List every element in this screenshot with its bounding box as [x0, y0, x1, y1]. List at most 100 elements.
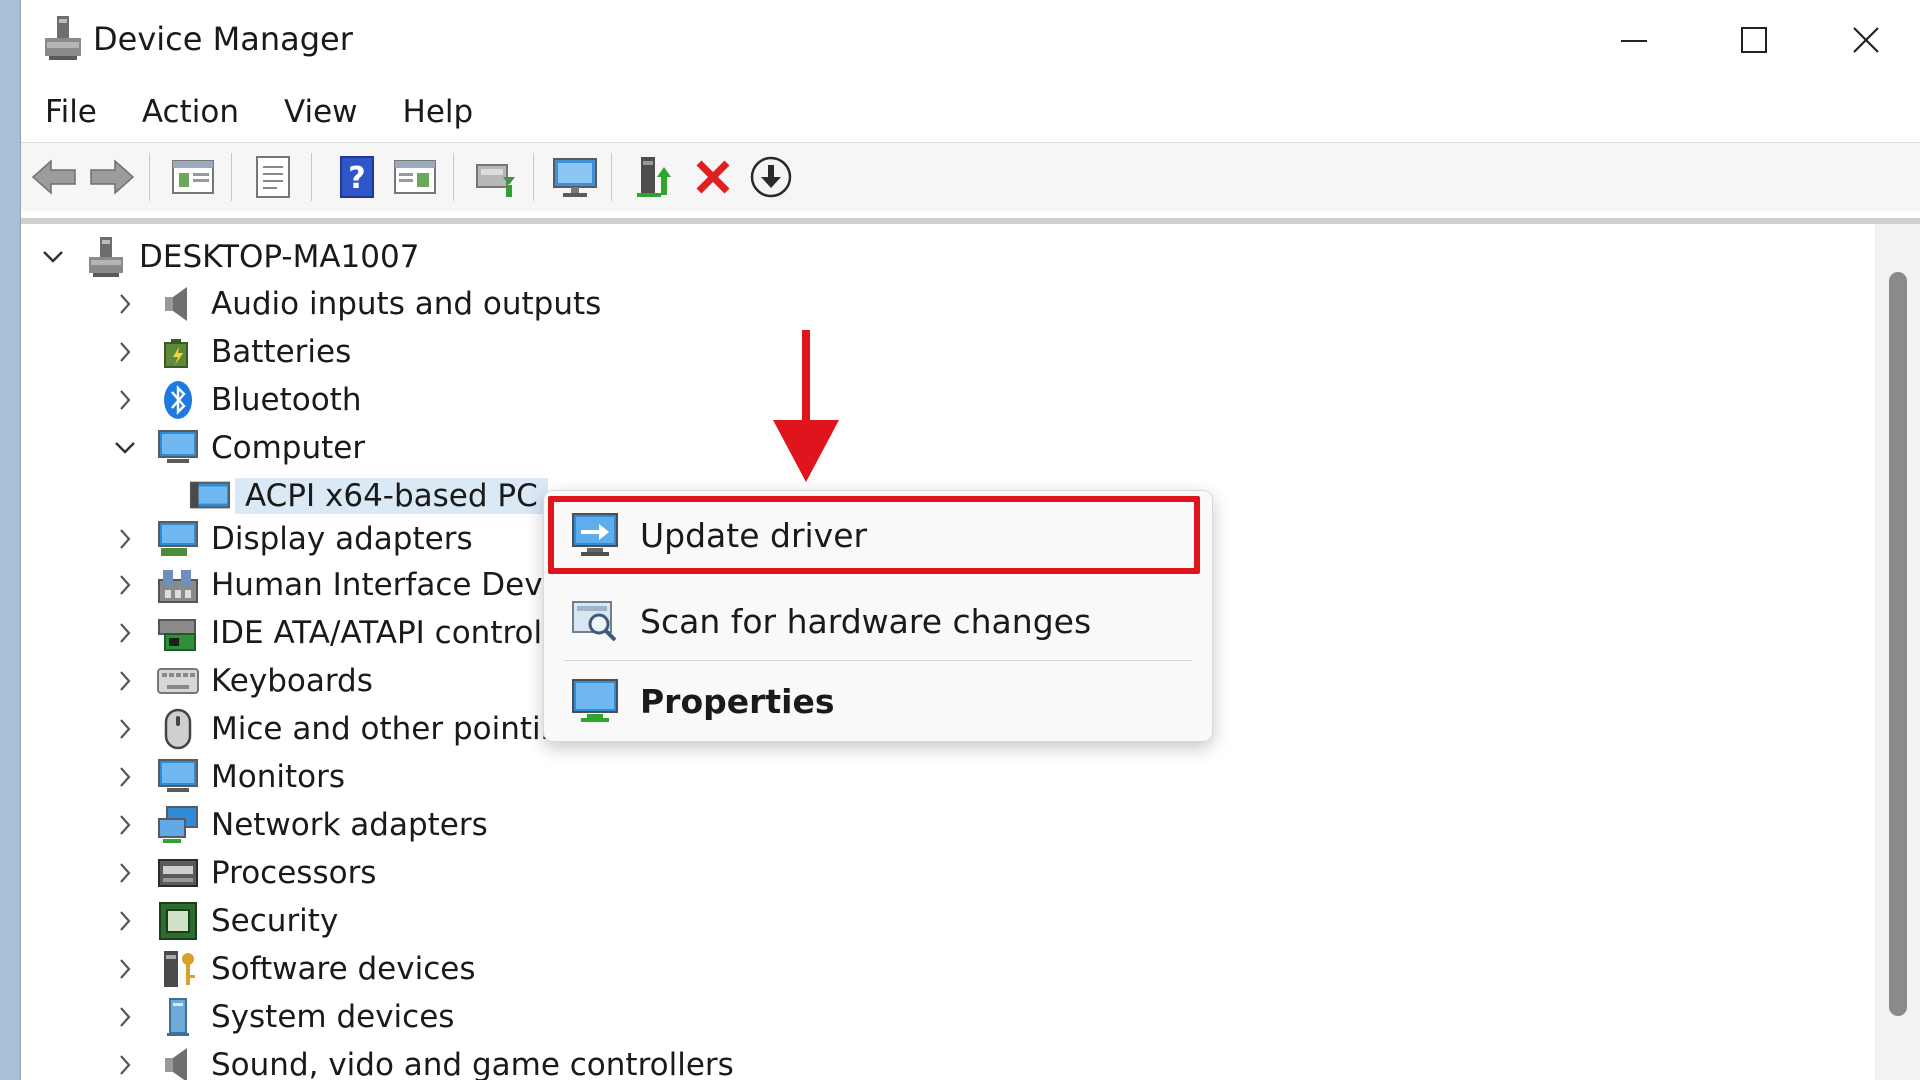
properties-monitor-icon — [570, 676, 620, 726]
tree-item-hid[interactable]: Human Interface Devic — [107, 562, 568, 608]
device-manager-icon — [43, 16, 83, 60]
disable-device-button[interactable] — [743, 149, 799, 205]
chevron-right-icon[interactable] — [107, 1047, 143, 1080]
minimize-button[interactable] — [1579, 10, 1689, 70]
chevron-down-icon[interactable] — [107, 430, 143, 466]
svg-text:?: ? — [348, 161, 365, 196]
tree-item-sound-controllers[interactable]: Sound, vido and game controllers — [107, 1042, 734, 1080]
properties-icon — [256, 156, 290, 198]
tree-item-monitors[interactable]: Monitors — [107, 754, 345, 800]
tree-item-ide[interactable]: IDE ATA/ATAPI controlle — [107, 610, 570, 656]
close-button[interactable] — [1811, 10, 1920, 70]
tree-item-acpi-pc[interactable]: ACPI x64-based PC — [189, 473, 548, 519]
tree-item-security[interactable]: Security — [107, 898, 338, 944]
tree-item-label: Batteries — [211, 334, 352, 370]
tree-item-label: Security — [211, 903, 339, 939]
back-button[interactable] — [27, 149, 83, 205]
chevron-right-icon[interactable] — [107, 521, 143, 557]
forward-icon — [90, 159, 135, 195]
highlight-box-annotation — [548, 496, 1200, 574]
forward-button[interactable] — [83, 149, 139, 205]
tree-root-label: DESKTOP-MA1007 — [139, 239, 420, 275]
tree-item-label: Keyboards — [211, 663, 373, 699]
chevron-right-icon[interactable] — [107, 951, 143, 987]
tree-item-computer[interactable]: Computer — [107, 425, 365, 471]
action-pane-icon — [394, 160, 436, 194]
tree-item-bluetooth[interactable]: Bluetooth — [107, 377, 362, 423]
tree-root[interactable]: DESKTOP-MA1007 — [35, 234, 419, 280]
uninstall-device-button[interactable] — [685, 149, 741, 205]
tree-item-keyboards[interactable]: Keyboards — [107, 658, 373, 704]
close-icon — [1853, 27, 1879, 53]
tree-item-network-adapters[interactable]: Network adapters — [107, 802, 488, 848]
menu-file[interactable]: File — [21, 86, 117, 138]
tree-item-display-adapters[interactable]: Display adapters — [107, 516, 473, 562]
minimize-icon — [1621, 40, 1647, 42]
scan-hardware-button[interactable] — [467, 149, 523, 205]
tree-item-label: Display adapters — [211, 521, 473, 557]
monitor-icon — [553, 158, 597, 197]
help-button[interactable]: ? — [329, 149, 385, 205]
mouse-icon — [157, 708, 199, 750]
system-device-icon — [157, 996, 199, 1038]
chevron-down-icon[interactable] — [35, 239, 71, 275]
bluetooth-icon — [157, 379, 199, 421]
tree-item-label: IDE ATA/ATAPI controlle — [211, 615, 570, 651]
monitor-button[interactable] — [547, 149, 603, 205]
chevron-right-icon[interactable] — [107, 382, 143, 418]
network-adapter-icon — [157, 804, 199, 846]
tree-item-software-devices[interactable]: Software devices — [107, 946, 475, 992]
context-item-properties[interactable]: Properties — [544, 663, 1212, 739]
battery-icon — [157, 331, 199, 373]
hid-icon — [157, 564, 199, 606]
speaker-icon — [157, 1044, 199, 1080]
tree-item-mice[interactable]: Mice and other pointin — [107, 706, 560, 752]
scrollbar-thumb[interactable] — [1889, 272, 1907, 1016]
chevron-right-icon[interactable] — [107, 999, 143, 1035]
chevron-right-icon[interactable] — [107, 615, 143, 651]
context-item-label: Properties — [640, 681, 835, 721]
chevron-right-icon[interactable] — [107, 334, 143, 370]
context-item-scan-hardware[interactable]: Scan for hardware changes — [544, 583, 1212, 659]
update-driver-toolbar-button[interactable] — [627, 149, 683, 205]
show-hide-console-tree-icon — [172, 160, 214, 194]
tree-item-label: Bluetooth — [211, 382, 362, 418]
tree-item-processors[interactable]: Processors — [107, 850, 376, 896]
menu-help[interactable]: Help — [378, 86, 494, 138]
menu-view[interactable]: View — [259, 86, 378, 138]
toolbar: ? — [21, 142, 1920, 211]
chevron-right-icon[interactable] — [107, 663, 143, 699]
menu-action[interactable]: Action — [117, 86, 259, 138]
tree-item-label: Mice and other pointin — [211, 711, 561, 747]
chevron-right-icon[interactable] — [107, 759, 143, 795]
back-icon — [31, 159, 76, 195]
title-bar[interactable]: Device Manager — [21, 0, 1920, 80]
chevron-right-icon[interactable] — [107, 711, 143, 747]
chevron-right-icon[interactable] — [107, 855, 143, 891]
toolbar-separator — [311, 153, 312, 201]
properties-button[interactable] — [245, 149, 301, 205]
maximize-button[interactable] — [1699, 10, 1809, 70]
red-arrow-annotation — [773, 330, 839, 482]
device-manager-window: Device Manager File Action View Help ? D… — [20, 0, 1920, 1080]
tree-item-batteries[interactable]: Batteries — [107, 329, 351, 375]
chevron-right-icon[interactable] — [107, 807, 143, 843]
tree-item-audio[interactable]: Audio inputs and outputs — [107, 281, 601, 327]
tree-item-label: Computer — [211, 430, 366, 466]
vertical-scrollbar[interactable] — [1875, 224, 1920, 1080]
chevron-right-icon[interactable] — [107, 567, 143, 603]
tree-item-label: Audio inputs and outputs — [211, 286, 602, 322]
tree-item-label: ACPI x64-based PC — [235, 478, 548, 514]
chevron-right-icon[interactable] — [107, 286, 143, 322]
monitor-icon — [157, 756, 199, 798]
action-pane-button[interactable] — [387, 149, 443, 205]
chevron-right-icon[interactable] — [107, 903, 143, 939]
computer-icon — [157, 427, 199, 469]
toolbar-separator — [533, 153, 534, 201]
console-tree-button[interactable] — [165, 149, 221, 205]
tree-item-system-devices[interactable]: System devices — [107, 994, 454, 1040]
help-icon: ? — [340, 156, 374, 198]
window-title: Device Manager — [93, 20, 353, 58]
keyboard-icon — [157, 660, 199, 702]
toolbar-separator — [611, 153, 612, 201]
